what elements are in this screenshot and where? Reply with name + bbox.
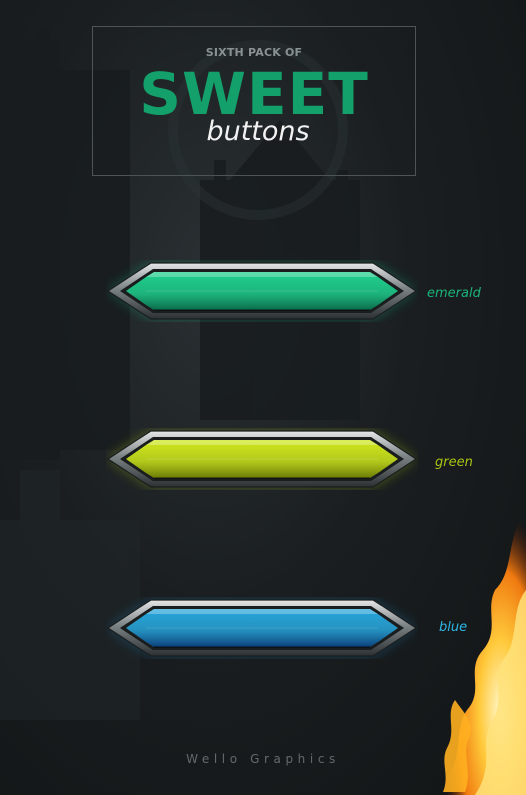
button-frame — [106, 599, 418, 657]
button-frame — [106, 262, 418, 320]
blue-button[interactable] — [106, 597, 418, 659]
emerald-button-label: emerald — [427, 286, 481, 301]
title-subtitle: buttons — [206, 116, 310, 147]
blue-button-label: blue — [439, 620, 468, 635]
green-button[interactable] — [106, 428, 418, 490]
title-kicker: SIXTH PACK OF — [205, 46, 303, 59]
emerald-button[interactable] — [106, 260, 418, 322]
button-frame — [106, 430, 418, 488]
title-frame: SIXTH PACK OF SWEET buttons — [92, 26, 416, 176]
green-button-label: green — [435, 455, 473, 470]
footer-credit: Wello Graphics — [186, 752, 340, 766]
